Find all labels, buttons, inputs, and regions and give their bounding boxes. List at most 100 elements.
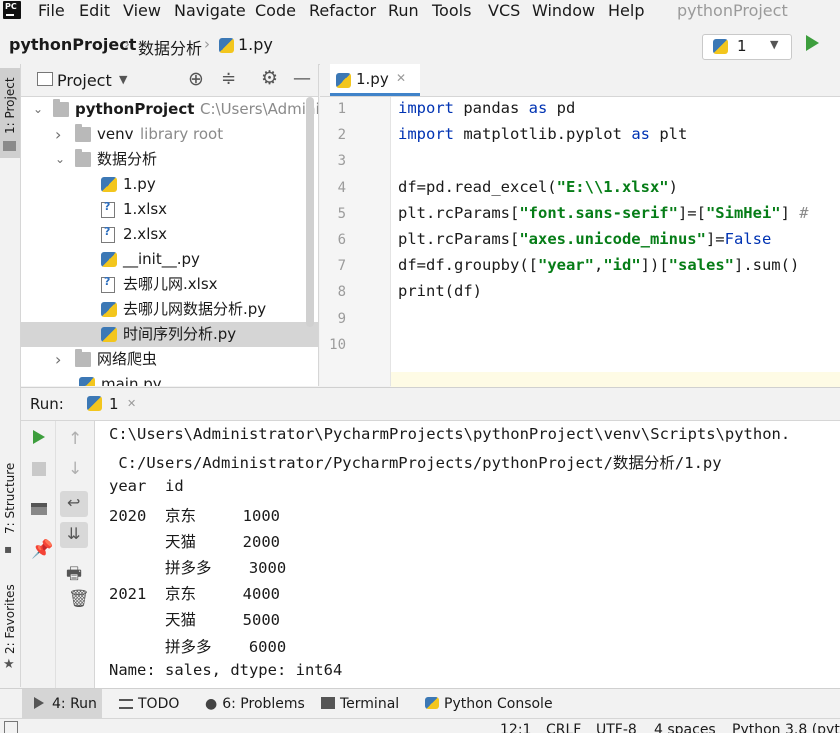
collapse-all-icon[interactable]: ≑ — [221, 68, 236, 89]
terminal-tool-tab[interactable]: Terminal — [321, 696, 399, 712]
tree-item[interactable]: main.py — [21, 372, 318, 386]
run-configuration-label: 1 — [737, 37, 747, 55]
folder-icon — [3, 141, 16, 151]
run-configuration-select[interactable]: 1 ▼ — [702, 34, 792, 60]
menu-navigate[interactable]: Navigate — [174, 0, 246, 22]
hide-panel-icon[interactable]: — — [293, 68, 311, 89]
breadcrumb-project[interactable]: pythonProject — [9, 35, 136, 54]
run-tool-tab-label: 4: Run — [34, 696, 97, 712]
chevron-down-icon: ▼ — [770, 38, 779, 51]
console-line: 2020 京东 1000 — [109, 506, 280, 525]
console-line: C:/Users/Administrator/PycharmProjects/p… — [109, 454, 722, 473]
structure-tool-tab[interactable]: 7: Structure — [3, 463, 17, 534]
python-console-tool-tab[interactable]: Python Console — [425, 696, 553, 712]
gear-icon[interactable]: ⚙ — [261, 67, 278, 89]
tree-item[interactable]: 去哪儿网数据分析.py — [21, 297, 318, 322]
console-line: C:\Users\Administrator\PycharmProjects\p… — [109, 425, 791, 443]
problems-icon: ● — [205, 696, 218, 712]
chevron-down-icon[interactable]: ▼ — [119, 73, 127, 86]
caret-position[interactable]: 12:1 — [500, 719, 531, 733]
menu-vcs[interactable]: VCS — [488, 0, 520, 22]
tree-item[interactable]: 2.xlsx — [21, 222, 318, 247]
run-panel-header: Run: 1 ✕ — [21, 388, 840, 421]
project-panel-header: Project ▼ ⊕ ≑ ⚙ — — [21, 64, 318, 97]
window-title: pythonProject — [677, 1, 788, 20]
python-console-tab-text: Python Console — [444, 696, 553, 712]
tree-item-label: 去哪儿网.xlsx — [123, 275, 218, 293]
code-area[interactable]: import pandas as pd import matplotlib.pyp… — [320, 64, 840, 386]
breadcrumb-folder[interactable]: 数据分析 — [138, 35, 202, 59]
left-tool-stripe: 1: Project 7: Structure ▪ 2: Favorites ★ — [0, 64, 21, 687]
console-line: Name: sales, dtype: int64 — [109, 660, 343, 679]
chevron-right-icon[interactable]: › — [55, 122, 61, 147]
tree-item[interactable]: 时间序列分析.py — [21, 322, 318, 347]
python-file-icon — [87, 396, 102, 411]
python-file-icon — [101, 177, 117, 192]
tree-scrollbar[interactable] — [306, 97, 314, 327]
menu-file[interactable]: File — [38, 0, 65, 22]
locate-file-icon[interactable]: ⊕ — [188, 68, 204, 90]
run-tab-text: 4: Run — [52, 696, 97, 712]
python-file-icon — [219, 38, 234, 53]
todo-tab-text: TODO — [138, 696, 180, 712]
breadcrumb-separator-icon: › — [124, 35, 130, 53]
status-bar: 12:1 CRLF UTF-8 4 spaces Python 3.8 (pyt — [0, 718, 840, 733]
tree-item[interactable]: ⌄ pythonProject C:\Users\Administ — [21, 97, 318, 122]
file-encoding[interactable]: UTF-8 — [596, 719, 637, 733]
line-separator[interactable]: CRLF — [546, 719, 581, 733]
code-line: df=pd.read_excel("E:\\1.xlsx") — [398, 177, 678, 196]
unknown-file-icon — [101, 225, 115, 243]
favorites-tool-tab[interactable]: 2: Favorites — [3, 584, 17, 654]
tree-item-label: 去哪儿网数据分析.py — [123, 300, 267, 318]
unknown-file-icon — [101, 200, 115, 218]
menu-code[interactable]: Code — [255, 0, 296, 22]
chevron-down-icon[interactable]: ⌄ — [55, 147, 65, 172]
problems-tab-text: 6: Problems — [222, 696, 305, 712]
console-output[interactable]: C:\Users\Administrator\PycharmProjects\p… — [21, 421, 840, 688]
tree-item[interactable]: __init__.py — [21, 247, 318, 272]
console-line: 拼多多 6000 — [109, 637, 287, 656]
menu-run[interactable]: Run — [388, 0, 419, 22]
tree-item-label: venv — [97, 125, 134, 143]
folder-icon — [75, 149, 91, 167]
chevron-down-icon[interactable]: ⌄ — [33, 97, 43, 122]
menu-tools[interactable]: Tools — [432, 0, 471, 22]
tree-item-label: 2.xlsx — [123, 225, 168, 243]
tool-windows-icon[interactable] — [4, 721, 18, 733]
python-console-icon — [425, 697, 439, 709]
terminal-tab-text: Terminal — [340, 696, 400, 712]
tree-item[interactable]: ⌄ 数据分析 — [21, 147, 318, 172]
code-line: plt.rcParams["axes.unicode_minus"]=False — [398, 230, 772, 248]
breadcrumb-separator-icon: › — [204, 35, 210, 53]
tree-item-label: 网络爬虫 — [97, 350, 158, 368]
tree-item-hint: library root — [140, 125, 224, 143]
indent-setting[interactable]: 4 spaces — [654, 719, 716, 733]
tree-item-label: 数据分析 — [97, 150, 158, 168]
code-line: df=df.groupby(["year","id"])["sales"].su… — [398, 256, 800, 275]
breadcrumb-file[interactable]: 1.py — [238, 35, 273, 54]
tree-item-label: __init__.py — [123, 250, 200, 268]
menu-refactor[interactable]: Refactor — [309, 0, 376, 22]
tree-item[interactable]: 1.py — [21, 172, 318, 197]
tree-item[interactable]: 去哪儿网.xlsx — [21, 272, 318, 297]
tree-item-label: pythonProject — [75, 100, 195, 118]
menu-window[interactable]: Window — [532, 0, 595, 22]
python-interpreter[interactable]: Python 3.8 (pyt — [732, 719, 840, 733]
tree-item[interactable]: › 网络爬虫 — [21, 347, 318, 372]
problems-tool-tab[interactable]: ● 6: Problems — [205, 696, 305, 712]
chevron-right-icon[interactable]: › — [55, 347, 61, 372]
tree-item[interactable]: › venv library root — [21, 122, 318, 147]
run-icon — [34, 697, 44, 709]
close-icon[interactable]: ✕ — [127, 397, 136, 410]
run-icon[interactable] — [806, 35, 819, 51]
folder-icon — [75, 349, 91, 367]
menu-help[interactable]: Help — [608, 0, 644, 22]
menu-edit[interactable]: Edit — [79, 0, 110, 22]
project-view-select[interactable]: Project — [57, 71, 112, 90]
run-tab-label[interactable]: 1 — [109, 395, 119, 413]
menu-view[interactable]: View — [123, 0, 161, 22]
code-line: plt.rcParams["font.sans-serif"]=["SimHei… — [398, 203, 809, 222]
todo-tool-tab[interactable]: TODO — [119, 696, 179, 712]
python-file-icon — [101, 302, 117, 317]
tree-item[interactable]: 1.xlsx — [21, 197, 318, 222]
